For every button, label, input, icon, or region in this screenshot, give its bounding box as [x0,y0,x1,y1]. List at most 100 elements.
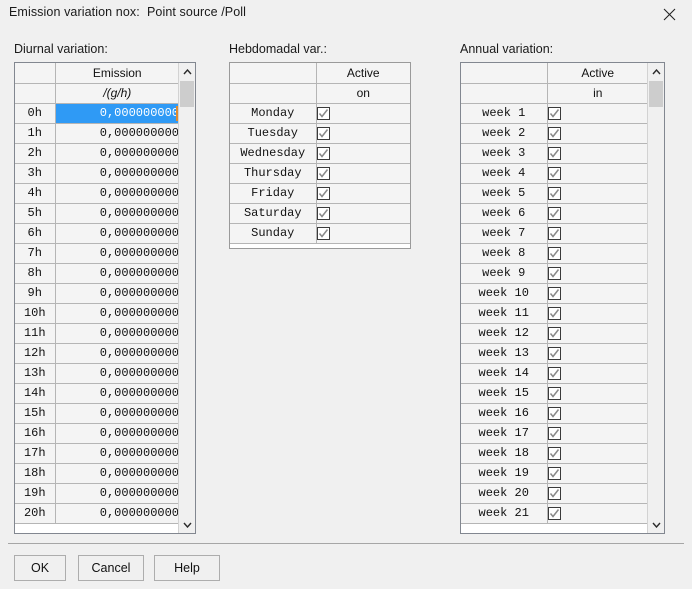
checkbox-checked-icon[interactable] [547,267,561,281]
diurnal-scroll-thumb[interactable] [180,81,194,107]
annual-active-cell[interactable] [547,203,648,224]
hebdomadal-active-cell[interactable] [316,223,410,244]
annual-variation-grid[interactable]: Active in week 1 week 2 week 3 week 4 week 5 we… [460,62,665,534]
annual-active-cell[interactable] [547,463,648,484]
annual-active-cell[interactable] [547,323,648,344]
diurnal-scroll-up-button[interactable] [179,63,195,80]
annual-row-label: week 7 [461,223,548,244]
diurnal-value-cell[interactable]: 0,000000000 [55,303,179,324]
table-row: Monday [230,103,410,124]
checkbox-checked-icon[interactable] [547,287,561,301]
table-row: 6h 0,000000000 [15,223,179,244]
diurnal-row-label: 10h [15,303,56,324]
annual-scrollbar[interactable] [647,63,664,533]
hebdomadal-active-cell[interactable] [316,163,410,184]
annual-active-cell[interactable] [547,343,648,364]
annual-scroll-thumb[interactable] [649,81,663,107]
checkbox-checked-icon[interactable] [316,147,330,161]
diurnal-value-cell[interactable]: 0,000000000 [55,263,179,284]
close-button[interactable] [646,0,692,28]
checkbox-checked-icon[interactable] [547,307,561,321]
annual-active-cell[interactable] [547,363,648,384]
diurnal-value-cell[interactable]: 0,000000000 [55,143,179,164]
diurnal-value-cell[interactable]: 0,000000000 [55,403,179,424]
diurnal-value-cell[interactable]: 0,000000000 [55,103,179,124]
diurnal-value-cell[interactable]: 0,000000000 [55,383,179,404]
checkbox-checked-icon[interactable] [547,187,561,201]
annual-active-cell[interactable] [547,303,648,324]
diurnal-value-cell[interactable]: 0,000000000 [55,483,179,504]
help-button[interactable]: Help [154,555,220,581]
annual-active-cell[interactable] [547,223,648,244]
diurnal-value-cell[interactable]: 0,000000000 [55,283,179,304]
hebdomadal-active-cell[interactable] [316,123,410,144]
hebdomadal-active-cell[interactable] [316,203,410,224]
checkbox-checked-icon[interactable] [547,147,561,161]
checkbox-checked-icon[interactable] [547,387,561,401]
checkbox-checked-icon[interactable] [316,207,330,221]
diurnal-value-cell[interactable]: 0,000000000 [55,123,179,144]
diurnal-value-cell[interactable]: 0,000000000 [55,343,179,364]
ok-button[interactable]: OK [14,555,66,581]
checkbox-checked-icon[interactable] [547,327,561,341]
checkbox-checked-icon[interactable] [547,487,561,501]
diurnal-value-cell[interactable]: 0,000000000 [55,363,179,384]
table-row: 8h 0,000000000 [15,263,179,284]
annual-active-cell[interactable] [547,443,648,464]
annual-active-cell[interactable] [547,183,648,204]
diurnal-value-cell[interactable]: 0,000000000 [55,463,179,484]
diurnal-value-cell[interactable]: 0,000000000 [55,443,179,464]
checkbox-checked-icon[interactable] [547,167,561,181]
checkbox-checked-icon[interactable] [547,407,561,421]
diurnal-variation-grid[interactable]: Emission/(g/h) 0h 0,000000000 1h 0,000000000… [14,62,196,534]
diurnal-value-cell[interactable]: 0,000000000 [55,163,179,184]
checkbox-checked-icon[interactable] [547,127,561,141]
checkbox-checked-icon[interactable] [316,107,330,121]
annual-active-cell[interactable] [547,123,648,144]
checkbox-checked-icon[interactable] [547,227,561,241]
table-row: 3h 0,000000000 [15,163,179,184]
annual-active-cell[interactable] [547,423,648,444]
checkbox-checked-icon[interactable] [316,127,330,141]
diurnal-value-cell[interactable]: 0,000000000 [55,323,179,344]
checkbox-checked-icon[interactable] [316,187,330,201]
checkbox-checked-icon[interactable] [316,167,330,181]
hebdomadal-variation-grid[interactable]: Active on Monday Tuesday Wednesday Thursday Fr… [229,62,411,249]
annual-active-cell[interactable] [547,263,648,284]
checkbox-checked-icon[interactable] [547,107,561,121]
checkmark-icon [549,449,559,458]
checkbox-checked-icon[interactable] [547,447,561,461]
hebdomadal-active-cell[interactable] [316,143,410,164]
checkbox-checked-icon[interactable] [547,367,561,381]
annual-active-cell[interactable] [547,503,648,524]
annual-active-cell[interactable] [547,103,648,124]
hebdomadal-active-cell[interactable] [316,103,410,124]
diurnal-value-cell[interactable]: 0,000000000 [55,183,179,204]
diurnal-value-cell[interactable]: 0,000000000 [55,223,179,244]
diurnal-scroll-down-button[interactable] [179,516,195,533]
annual-scroll-down-button[interactable] [648,516,664,533]
annual-active-cell[interactable] [547,483,648,504]
diurnal-value-cell[interactable]: 0,000000000 [55,243,179,264]
diurnal-value-cell[interactable]: 0,000000000 [55,503,179,524]
annual-active-cell[interactable] [547,143,648,164]
checkbox-checked-icon[interactable] [547,467,561,481]
checkbox-checked-icon[interactable] [316,227,330,241]
checkbox-checked-icon[interactable] [547,347,561,361]
checkbox-checked-icon[interactable] [547,427,561,441]
table-row: 17h 0,000000000 [15,443,179,464]
annual-active-cell[interactable] [547,163,648,184]
checkbox-checked-icon[interactable] [547,207,561,221]
checkbox-checked-icon[interactable] [547,507,561,521]
checkbox-checked-icon[interactable] [547,247,561,261]
annual-active-cell[interactable] [547,283,648,304]
annual-active-cell[interactable] [547,403,648,424]
annual-scroll-up-button[interactable] [648,63,664,80]
diurnal-value-cell[interactable]: 0,000000000 [55,423,179,444]
diurnal-value-cell[interactable]: 0,000000000 [55,203,179,224]
hebdomadal-active-cell[interactable] [316,183,410,204]
cancel-button[interactable]: Cancel [78,555,144,581]
annual-active-cell[interactable] [547,243,648,264]
annual-active-cell[interactable] [547,383,648,404]
diurnal-scrollbar[interactable] [178,63,195,533]
